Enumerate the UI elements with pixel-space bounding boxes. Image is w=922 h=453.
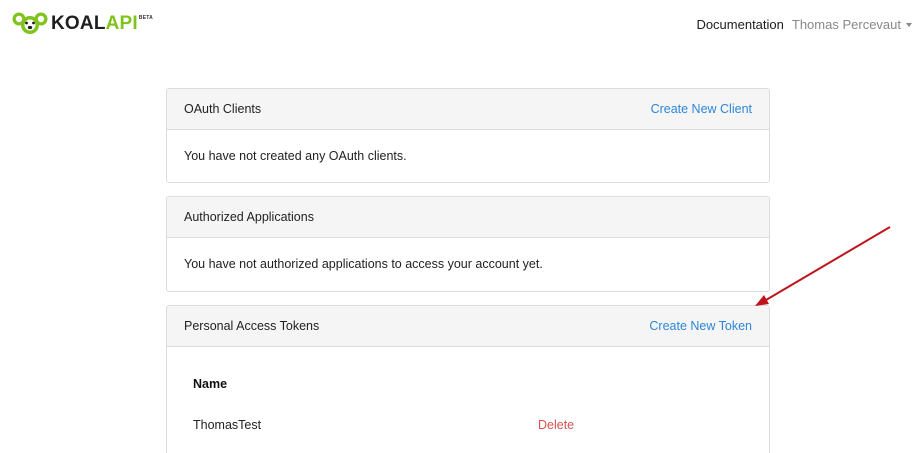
oauth-clients-body: You have not created any OAuth clients. (167, 130, 769, 182)
authorized-applications-body: You have not authorized applications to … (167, 238, 769, 290)
authorized-applications-title: Authorized Applications (184, 210, 314, 224)
brand-name: KOALAPI (51, 13, 138, 34)
token-delete-link[interactable]: Delete (538, 418, 574, 432)
user-menu-dropdown[interactable]: Thomas Percevaut (792, 17, 912, 32)
brand-logo-link[interactable]: KOALAPI BETA (12, 12, 153, 36)
create-new-client-link[interactable]: Create New Client (651, 102, 752, 116)
oauth-clients-empty-message: You have not created any OAuth clients. (184, 149, 407, 163)
beta-badge: BETA (138, 15, 153, 21)
nav-right: Documentation Thomas Percevaut (696, 17, 912, 32)
top-navbar: KOALAPI BETA Documentation Thomas Percev… (0, 0, 922, 50)
personal-access-tokens-card: Personal Access Tokens Create New Token … (166, 305, 770, 453)
authorized-applications-empty-message: You have not authorized applications to … (184, 257, 543, 271)
oauth-clients-header: OAuth Clients Create New Client (167, 89, 769, 130)
documentation-link[interactable]: Documentation (696, 17, 783, 32)
oauth-clients-title: OAuth Clients (184, 102, 262, 116)
token-row-name: ThomasTest (193, 418, 262, 432)
create-new-token-link[interactable]: Create New Token (649, 319, 752, 333)
authorized-applications-header: Authorized Applications (167, 197, 769, 238)
column-header-name: Name (193, 377, 228, 391)
user-name: Thomas Percevaut (791, 17, 901, 32)
oauth-clients-card: OAuth Clients Create New Client You have… (166, 88, 770, 183)
personal-access-tokens-title: Personal Access Tokens (184, 319, 320, 333)
caret-down-icon (906, 22, 912, 27)
tokens-table: Name ThomasTest Delete (167, 347, 769, 453)
authorized-applications-card: Authorized Applications You have not aut… (166, 196, 770, 292)
personal-access-tokens-header: Personal Access Tokens Create New Token (167, 306, 769, 347)
koala-logo-icon (12, 12, 48, 34)
